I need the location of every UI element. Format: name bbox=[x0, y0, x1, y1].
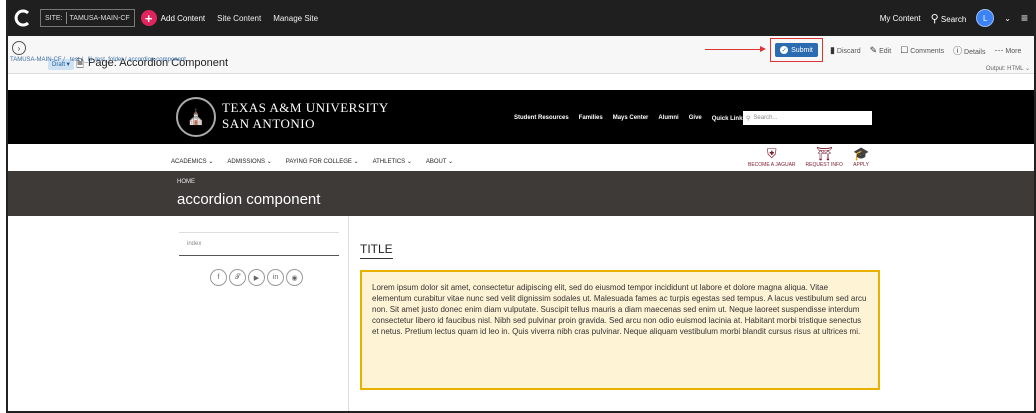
apply-label: APPLY bbox=[853, 162, 869, 168]
comment-icon: ☐ bbox=[900, 45, 909, 55]
facebook-icon[interactable]: f bbox=[210, 269, 227, 286]
submit-button[interactable]: ✓ Submit bbox=[775, 43, 818, 57]
divider bbox=[348, 216, 349, 411]
content-title: TITLE bbox=[360, 242, 393, 259]
utility-nav: Student Resources Families Mays Center A… bbox=[514, 115, 752, 122]
social-links: f 𝓣 ▶ in ◉ bbox=[210, 269, 303, 286]
nav-paying-for-college[interactable]: PAYING FOR COLLEGE ⌄ bbox=[286, 158, 359, 165]
nav-student-resources[interactable]: Student Resources bbox=[514, 115, 569, 122]
discard-button[interactable]: ▮ Discard bbox=[830, 45, 861, 56]
hero-home-link[interactable]: HOME bbox=[177, 179, 195, 185]
chevron-down-icon[interactable]: ⌄ bbox=[1004, 14, 1011, 23]
building-icon: ⛩ bbox=[815, 146, 833, 161]
become-a-jaguar-label: BECOME A JAGUAR bbox=[748, 162, 796, 168]
twitter-icon[interactable]: 𝓣 bbox=[229, 269, 246, 286]
site-name: TAMUSA-MAIN-CF bbox=[69, 14, 130, 22]
search-label: Search bbox=[940, 14, 967, 24]
submit-label: Submit bbox=[791, 46, 813, 54]
pencil-icon: ✎ bbox=[869, 45, 878, 55]
university-crest-icon[interactable]: ⛪ bbox=[176, 97, 216, 137]
avatar[interactable]: L bbox=[976, 9, 995, 27]
window-frame: SITE: TAMUSA-MAIN-CF + Add Content Site … bbox=[6, 0, 1036, 413]
cms-logo-icon[interactable] bbox=[8, 0, 38, 36]
apply-button[interactable]: 🎓 APPLY bbox=[853, 146, 869, 168]
discard-label: Discard bbox=[836, 48, 861, 55]
nav-athletics[interactable]: ATHLETICS ⌄ bbox=[373, 158, 412, 165]
annotation-highlight-box: ✓ Submit bbox=[770, 38, 823, 62]
more-button[interactable]: ⋯ More bbox=[994, 45, 1021, 56]
details-button[interactable]: ⓘ Details bbox=[953, 44, 985, 57]
ellipsis-icon: ⋯ bbox=[994, 45, 1004, 55]
nav-about[interactable]: ABOUT ⌄ bbox=[426, 158, 453, 165]
request-info-button[interactable]: ⛩ REQUEST INFO bbox=[806, 146, 843, 168]
divider bbox=[65, 12, 67, 24]
search-icon: ⚲ bbox=[930, 12, 939, 25]
search-placeholder: Search... bbox=[753, 115, 778, 121]
youtube-icon[interactable]: ▶ bbox=[248, 269, 265, 286]
request-info-label: REQUEST INFO bbox=[805, 162, 843, 168]
details-label: Details bbox=[964, 49, 986, 56]
comments-button[interactable]: ☐ Comments bbox=[900, 45, 944, 56]
breadcrumb[interactable]: TAMUSA-MAIN-CF / _test / _lli_test_folde… bbox=[8, 57, 186, 63]
become-a-jaguar-button[interactable]: ⛨ BECOME A JAGUAR bbox=[748, 146, 796, 168]
my-content-link[interactable]: My Content bbox=[880, 14, 921, 23]
nav-admissions[interactable]: ADMISSIONS ⌄ bbox=[227, 158, 271, 165]
comments-label: Comments bbox=[910, 48, 945, 55]
nav-families[interactable]: Families bbox=[579, 115, 603, 122]
instagram-icon[interactable]: ◉ bbox=[286, 269, 303, 286]
search-button[interactable]: ⚲ Search bbox=[931, 12, 967, 25]
info-icon: ⓘ bbox=[953, 46, 963, 56]
menu-icon[interactable]: ≡ bbox=[1021, 11, 1028, 25]
site-search-input[interactable]: ⚲ Search... bbox=[743, 111, 872, 125]
site-selector[interactable]: SITE: TAMUSA-MAIN-CF bbox=[40, 9, 135, 27]
hero-title: accordion component bbox=[177, 191, 321, 208]
linkedin-icon[interactable]: in bbox=[267, 269, 284, 286]
add-content-button[interactable]: + Add Content bbox=[140, 10, 206, 26]
nav-give[interactable]: Give bbox=[689, 115, 702, 122]
site-content-link[interactable]: Site Content bbox=[217, 14, 261, 23]
cta-group: ⛨ BECOME A JAGUAR ⛩ REQUEST INFO 🎓 APPLY bbox=[748, 146, 869, 168]
more-label: More bbox=[1005, 48, 1022, 55]
edit-label: Edit bbox=[879, 48, 892, 55]
manage-site-link[interactable]: Manage Site bbox=[273, 14, 318, 23]
expand-icon[interactable]: › bbox=[12, 41, 26, 55]
nav-alumni[interactable]: Alumni bbox=[658, 115, 678, 122]
annotation-arrowhead bbox=[760, 46, 766, 52]
page-actions: ▮ Discard ✎ Edit ☐ Comments ⓘ Details ⋯ … bbox=[830, 44, 1021, 57]
check-icon: ✓ bbox=[780, 46, 789, 54]
search-icon: ⚲ bbox=[746, 115, 751, 122]
nav-mays-center[interactable]: Mays Center bbox=[613, 115, 649, 122]
annotation-arrow bbox=[705, 49, 763, 50]
nav-academics[interactable]: ACADEMICS ⌄ bbox=[171, 158, 213, 165]
edit-button[interactable]: ✎ Edit bbox=[870, 45, 892, 56]
topbar-right: My Content ⚲ Search L ⌄ ≡ bbox=[880, 9, 1034, 27]
trash-icon: ▮ bbox=[830, 45, 835, 55]
site-header: ⛪ TEXAS A&M UNIVERSITY SAN ANTONIO Stude… bbox=[8, 90, 1034, 144]
content-box: Lorem ipsum dolor sit amet, consectetur … bbox=[360, 270, 880, 390]
cms-top-bar: SITE: TAMUSA-MAIN-CF + Add Content Site … bbox=[8, 0, 1034, 36]
site-label: SITE: bbox=[45, 14, 63, 22]
plus-icon: + bbox=[140, 10, 157, 26]
page-hero: HOME accordion component bbox=[8, 171, 1034, 216]
page-toolbar: › Draft ▾ 🗎 Page: Accordion Component ✓ … bbox=[8, 36, 1034, 74]
add-content-label: Add Content bbox=[160, 13, 206, 23]
output-select[interactable]: Output: HTML ⌄ bbox=[986, 65, 1030, 72]
university-name-line2[interactable]: SAN ANTONIO bbox=[222, 116, 315, 132]
sidebar-item-index[interactable]: index bbox=[179, 232, 339, 256]
university-name-line1[interactable]: TEXAS A&M UNIVERSITY bbox=[222, 100, 389, 116]
graduation-cap-icon: 🎓 bbox=[852, 146, 870, 161]
shield-icon: ⛨ bbox=[766, 146, 777, 161]
